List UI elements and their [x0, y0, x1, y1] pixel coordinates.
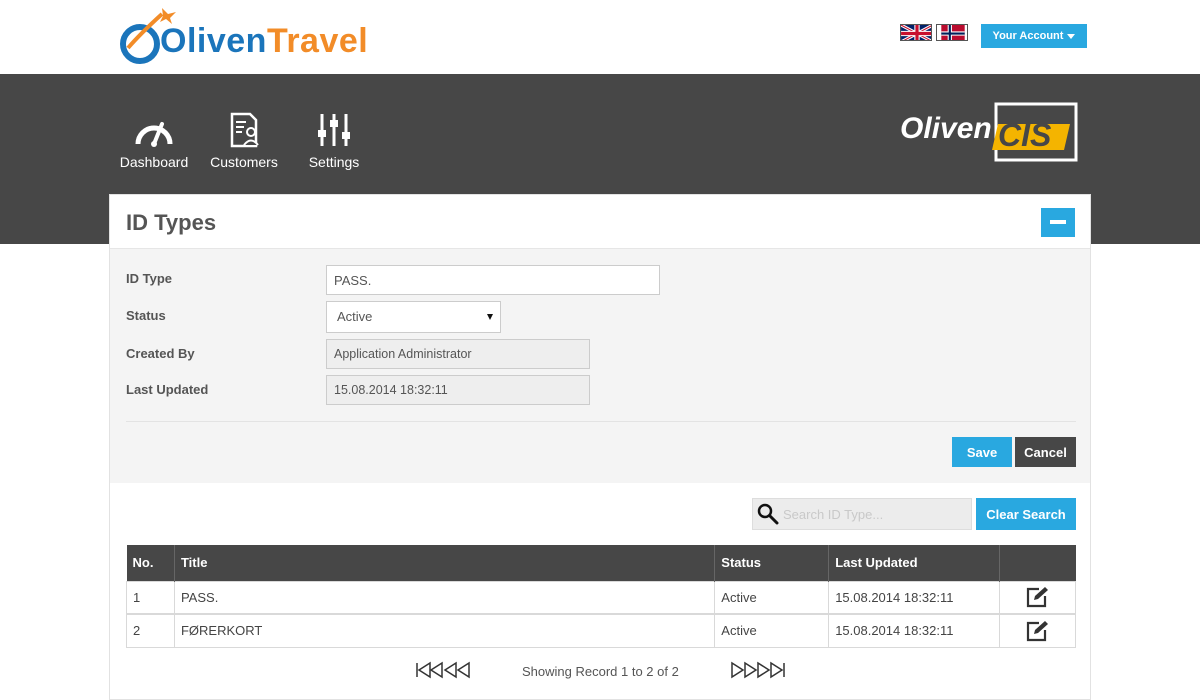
row-status: Active: [714, 580, 830, 615]
search-icon: [757, 503, 779, 525]
page-title: ID Types: [126, 210, 217, 235]
your-account-button[interactable]: Your Account: [981, 24, 1087, 48]
row-title: PASS.: [173, 580, 716, 615]
row-last-updated: 15.08.2014 18:32:11: [828, 613, 1001, 648]
collapse-panel-button[interactable]: [1041, 208, 1075, 237]
row-status: Active: [714, 613, 830, 648]
cancel-button[interactable]: Cancel: [1015, 437, 1076, 467]
row-last-updated: 15.08.2014 18:32:11: [828, 580, 1001, 615]
nav-settings[interactable]: Settings: [304, 112, 364, 170]
pagination: Showing Record 1 to 2 of 2: [110, 657, 1090, 687]
status-select[interactable]: Active: [326, 301, 501, 333]
row-no: 2: [126, 613, 175, 648]
search-box: [752, 498, 972, 530]
search-input[interactable]: [783, 499, 969, 529]
cis-logo-word-cis: CIS: [998, 117, 1052, 153]
gauge-icon: [135, 122, 173, 147]
id-type-form: ID Type Status Active Created By Applica…: [110, 249, 1090, 483]
row-no: 1: [126, 580, 175, 615]
status-select-value: Active: [337, 309, 373, 324]
next-last-page-icon[interactable]: [730, 661, 786, 679]
clear-search-button[interactable]: Clear Search: [976, 498, 1076, 530]
caret-down-icon: [1067, 33, 1076, 39]
col-title[interactable]: Title: [174, 545, 716, 581]
row-actions: [999, 613, 1076, 648]
cis-logo-word-oliven: Oliven: [900, 112, 992, 145]
logo-word-oliven: Oliven: [160, 22, 267, 60]
status-label: Status: [126, 308, 166, 323]
oliven-travel-logo[interactable]: OlivenTravel: [118, 4, 388, 70]
id-type-label: ID Type: [126, 271, 172, 286]
col-last-updated[interactable]: Last Updated: [828, 545, 1001, 581]
select-arrow-icon: [487, 314, 493, 320]
logo-wordmark: OlivenTravel: [160, 22, 368, 61]
first-previous-page-icon[interactable]: [415, 661, 471, 679]
save-button[interactable]: Save: [952, 437, 1012, 467]
created-by-label: Created By: [126, 346, 195, 361]
customer-form-icon: [230, 112, 259, 148]
edit-icon[interactable]: [1025, 586, 1051, 608]
id-type-input[interactable]: [326, 265, 660, 295]
nav-customers-label: Customers: [210, 154, 278, 170]
table-row[interactable]: 1 PASS. Active 15.08.2014 18:32:11: [126, 580, 1076, 615]
your-account-label: Your Account: [992, 30, 1064, 42]
row-actions: [999, 580, 1076, 615]
pagination-status: Showing Record 1 to 2 of 2: [522, 664, 679, 679]
logo-word-travel: Travel: [266, 22, 369, 60]
col-actions: [999, 545, 1076, 581]
nav-dashboard[interactable]: Dashboard: [118, 112, 190, 170]
oliven-cis-logo: Oliven CIS: [898, 102, 1078, 164]
edit-icon[interactable]: [1025, 620, 1051, 642]
panel-header: ID Types: [110, 195, 1090, 249]
last-updated-field: 15.08.2014 18:32:11: [326, 375, 590, 405]
col-status[interactable]: Status: [714, 545, 830, 581]
nav-settings-label: Settings: [308, 154, 360, 170]
norway-flag-icon[interactable]: [936, 24, 968, 41]
uk-flag-icon[interactable]: [900, 24, 932, 41]
col-no[interactable]: No.: [126, 545, 175, 581]
nav-dashboard-label: Dashboard: [119, 154, 189, 170]
nav-customers[interactable]: Customers: [207, 112, 281, 170]
created-by-field: Application Administrator: [326, 339, 590, 369]
row-title: FØRERKORT: [173, 613, 716, 648]
last-updated-label: Last Updated: [126, 382, 209, 397]
table-row[interactable]: 2 FØRERKORT Active 15.08.2014 18:32:11: [126, 613, 1076, 648]
table-header-row: No. Title Status Last Updated: [126, 545, 1076, 581]
top-bar: OlivenTravel Your Account: [0, 0, 1200, 74]
minus-icon: [1050, 220, 1066, 224]
id-types-table: No. Title Status Last Updated 1 PASS. Ac…: [126, 545, 1076, 648]
sliders-icon: [318, 114, 350, 146]
id-types-panel: ID Types ID Type Status Active Created B…: [109, 194, 1091, 700]
form-divider: [126, 421, 1076, 422]
